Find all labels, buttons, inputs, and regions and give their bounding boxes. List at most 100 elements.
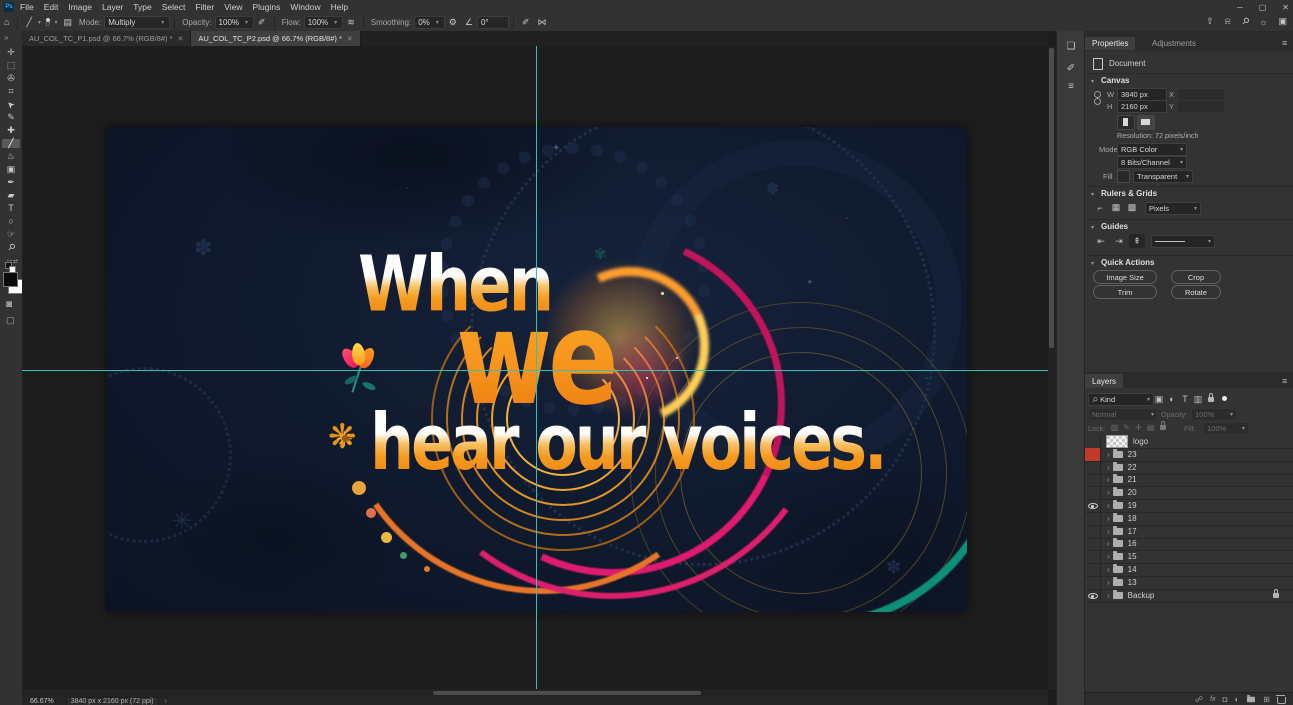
opacity-select[interactable]: 100%▾ — [215, 16, 254, 29]
smoothing-select[interactable]: 0%▾ — [414, 16, 445, 29]
layer-row[interactable]: › 18 — [1085, 512, 1293, 526]
search-icon[interactable]: ⚲ — [1239, 15, 1251, 27]
tool-presets-panel-icon[interactable]: ≡ — [1062, 79, 1080, 94]
chevron-right-icon[interactable]: › — [1107, 552, 1110, 561]
hand-tool[interactable]: ☞ — [2, 230, 20, 239]
eyedropper-tool[interactable]: ✎ — [2, 113, 20, 122]
layer-row[interactable]: › 14 — [1085, 563, 1293, 577]
rulers-grids-section-header[interactable]: Rulers & Grids — [1101, 189, 1157, 198]
status-chevron-icon[interactable]: › — [165, 698, 167, 705]
chevron-down-icon[interactable]: ▾ — [1091, 78, 1094, 85]
filter-toggle[interactable] — [1222, 396, 1227, 401]
grid-icon[interactable]: ▦ — [1109, 201, 1123, 214]
canvas-section-header[interactable]: Canvas — [1101, 76, 1129, 85]
layer-name[interactable]: 20 — [1128, 488, 1137, 497]
chevron-right-icon[interactable]: › — [1107, 488, 1110, 497]
vertical-scrollbar-thumb[interactable] — [1049, 48, 1054, 348]
blend-mode-select[interactable]: Multiply▾ — [104, 16, 170, 29]
layer-thumbnail[interactable] — [1106, 435, 1128, 448]
guide-layout-icon[interactable]: ⇥ — [1111, 234, 1127, 248]
maximize-icon[interactable]: ▢ — [1259, 3, 1267, 12]
brush-settings-panel-icon[interactable]: ✐ — [1062, 61, 1080, 76]
color-mode-select[interactable]: RGB Color▾ — [1117, 143, 1187, 156]
home-icon[interactable]: ⌂ — [4, 18, 9, 27]
layer-row[interactable]: › 20 — [1085, 486, 1293, 500]
document-tab[interactable]: AU_COL_TC_P1.psd @ 66.7% (RGB/8#) *✕ — [22, 31, 191, 46]
layer-row[interactable]: ›21 — [1085, 473, 1293, 487]
layer-name[interactable]: 13 — [1128, 578, 1137, 587]
chevron-down-icon[interactable]: ▾ — [1091, 191, 1094, 198]
layer-visibility-toggle[interactable] — [1085, 589, 1101, 602]
menu-help[interactable]: Help — [331, 2, 348, 12]
chevron-right-icon[interactable]: › — [1107, 565, 1110, 574]
chevron-down-icon[interactable]: ▾ — [1091, 224, 1094, 231]
layer-visibility-toggle[interactable] — [1085, 473, 1101, 486]
quick-actions-section-header[interactable]: Quick Actions — [1101, 258, 1155, 267]
guides-section-header[interactable]: Guides — [1101, 222, 1128, 231]
link-layers-icon[interactable]: ☍ — [1195, 695, 1203, 704]
layer-row[interactable]: ›13 — [1085, 576, 1293, 590]
layer-visibility-toggle[interactable] — [1085, 512, 1101, 525]
delete-layer-icon[interactable] — [1277, 697, 1286, 704]
layer-name[interactable]: 17 — [1128, 527, 1137, 536]
eraser-tool[interactable]: ▰ — [2, 191, 20, 200]
pressure-size-icon[interactable]: ✐ — [522, 18, 530, 27]
document-tab[interactable]: AU_COL_TC_P2.psd @ 66.7% (RGB/8#) *✕ — [191, 31, 360, 46]
brush-tool[interactable]: ╱ — [2, 139, 20, 148]
layer-visibility-toggle[interactable] — [1085, 576, 1101, 589]
symmetry-icon[interactable]: ⋈ — [537, 18, 546, 27]
layer-row[interactable]: › 15 — [1085, 550, 1293, 564]
layer-visibility-toggle[interactable] — [1085, 486, 1101, 499]
landscape-orientation-button[interactable] — [1137, 115, 1155, 130]
new-layer-icon[interactable]: ⊞ — [1263, 695, 1270, 704]
new-guide-icon[interactable]: ⇤ — [1093, 234, 1109, 248]
portrait-orientation-button[interactable] — [1117, 115, 1135, 130]
filter-smart-object-icon[interactable] — [1205, 393, 1217, 405]
chevron-right-icon[interactable]: › — [1107, 539, 1110, 548]
chevron-right-icon[interactable]: › — [1107, 527, 1110, 536]
layer-visibility-toggle[interactable] — [1085, 435, 1101, 448]
clone-stamp-tool[interactable]: ♨ — [2, 152, 20, 161]
layer-row[interactable]: ›23 — [1085, 448, 1293, 462]
rotate-button[interactable]: Rotate — [1171, 285, 1221, 299]
layer-name[interactable]: 16 — [1128, 539, 1137, 548]
layer-visibility-toggle[interactable] — [1085, 537, 1101, 550]
horizontal-scrollbar-thumb[interactable] — [433, 691, 701, 695]
panel-menu-icon[interactable]: ≡ — [1282, 376, 1287, 386]
tab-close-icon[interactable]: ✕ — [347, 35, 353, 43]
tab-layers[interactable]: Layers — [1085, 374, 1123, 388]
layer-name[interactable]: 15 — [1128, 552, 1137, 561]
layer-visibility-toggle[interactable] — [1085, 448, 1101, 461]
chevron-right-icon[interactable]: › — [1107, 463, 1110, 472]
filter-pixel-icon[interactable]: ▣ — [1153, 393, 1165, 405]
object-selection-tool[interactable]: ➤ — [2, 100, 20, 109]
layer-visibility-toggle[interactable] — [1085, 563, 1101, 576]
layer-row[interactable]: ›Backup — [1085, 589, 1293, 603]
menu-layer[interactable]: Layer — [102, 2, 123, 12]
tab-properties[interactable]: Properties — [1085, 37, 1135, 50]
layer-name[interactable]: 18 — [1128, 514, 1137, 523]
pressure-opacity-icon[interactable]: ✐ — [258, 18, 266, 27]
menu-window[interactable]: Window — [290, 2, 320, 12]
toolbar-collapse-icon[interactable]: » — [4, 33, 8, 42]
layer-visibility-toggle[interactable] — [1085, 499, 1101, 512]
ruler-icon[interactable]: ⌐ — [1093, 201, 1107, 214]
menu-image[interactable]: Image — [68, 2, 92, 12]
fill-swatch[interactable] — [1117, 170, 1130, 183]
layer-name[interactable]: 23 — [1128, 450, 1137, 459]
layer-name[interactable]: 21 — [1128, 475, 1137, 484]
minimize-icon[interactable]: ─ — [1237, 3, 1243, 12]
layer-effects-icon[interactable]: fx — [1210, 696, 1215, 703]
notifications-icon[interactable]: ⍾ — [1225, 16, 1231, 27]
chevron-right-icon[interactable]: › — [1107, 514, 1110, 523]
flow-select[interactable]: 100%▾ — [304, 16, 343, 29]
layer-name[interactable]: 14 — [1128, 565, 1137, 574]
close-icon[interactable]: ✕ — [1282, 3, 1289, 12]
lock-transparency-icon[interactable]: ▨ — [1109, 422, 1120, 433]
layer-filter-select[interactable]: ⚲Kind ▾ — [1088, 393, 1154, 406]
chevron-right-icon[interactable]: › — [1107, 591, 1110, 600]
zoom-tool[interactable]: ⚲ — [2, 243, 20, 252]
canvas-viewport[interactable]: ✽ ✽ ✳ ✽ ✦ ✦ ✾ — [22, 46, 1048, 689]
history-panel-icon[interactable]: ❏ — [1062, 39, 1080, 54]
trim-button[interactable]: Trim — [1093, 285, 1157, 299]
